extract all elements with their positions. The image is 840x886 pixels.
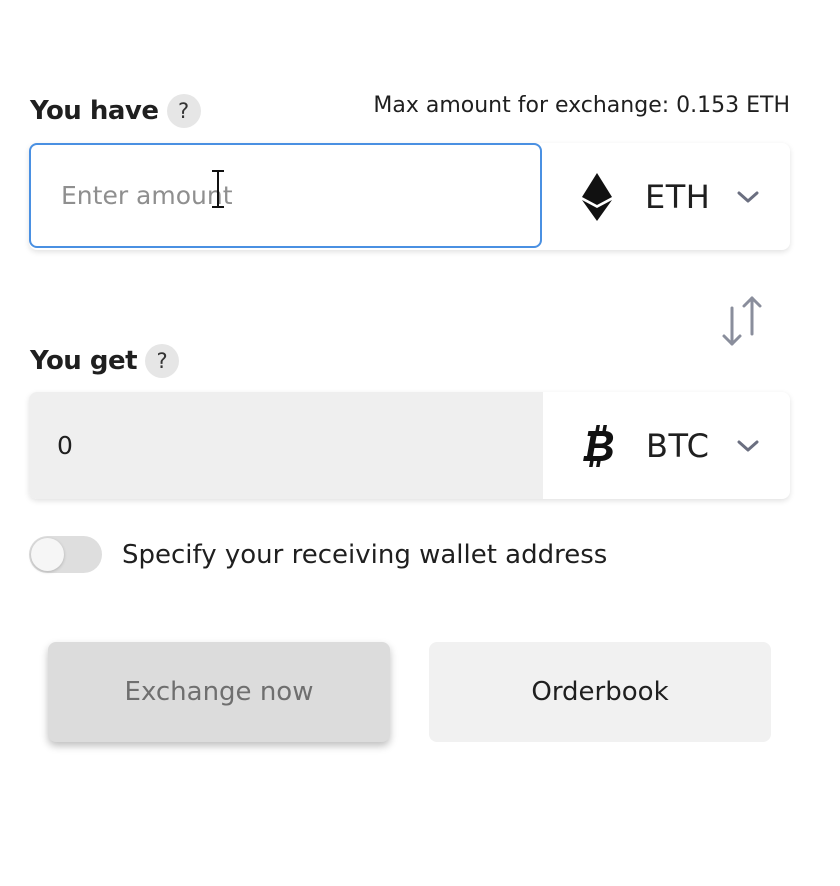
- you-get-label-row: You get ?: [30, 344, 180, 378]
- wallet-address-toggle-row: Specify your receiving wallet address: [29, 536, 607, 573]
- from-currency-code: ETH: [645, 177, 711, 216]
- you-have-row: ETH: [29, 143, 790, 250]
- chevron-down-icon: [736, 189, 760, 205]
- wallet-address-toggle-label[interactable]: Specify your receiving wallet address: [122, 540, 607, 570]
- you-get-row: 0 BTC: [29, 392, 790, 499]
- you-get-label: You get: [30, 346, 138, 376]
- chevron-down-icon: [736, 438, 760, 454]
- max-amount-text: Max amount for exchange: 0.153 ETH: [373, 93, 790, 118]
- wallet-address-toggle[interactable]: [29, 536, 102, 573]
- bitcoin-icon: [578, 420, 618, 472]
- you-have-help-icon[interactable]: ?: [166, 94, 201, 128]
- orderbook-button[interactable]: Orderbook: [429, 642, 771, 742]
- you-have-label-row: You have ?: [30, 94, 201, 128]
- ethereum-icon: [577, 171, 617, 223]
- you-get-help-icon[interactable]: ?: [145, 344, 180, 378]
- to-currency-code: BTC: [646, 426, 710, 465]
- swap-arrows-icon[interactable]: [718, 294, 766, 348]
- exchange-now-button[interactable]: Exchange now: [48, 642, 390, 742]
- toggle-knob: [31, 538, 64, 571]
- you-have-label: You have: [30, 96, 159, 126]
- from-currency-select[interactable]: ETH: [542, 143, 790, 250]
- amount-input[interactable]: [29, 143, 542, 248]
- receive-amount: 0: [29, 392, 543, 499]
- to-currency-select[interactable]: BTC: [543, 392, 790, 499]
